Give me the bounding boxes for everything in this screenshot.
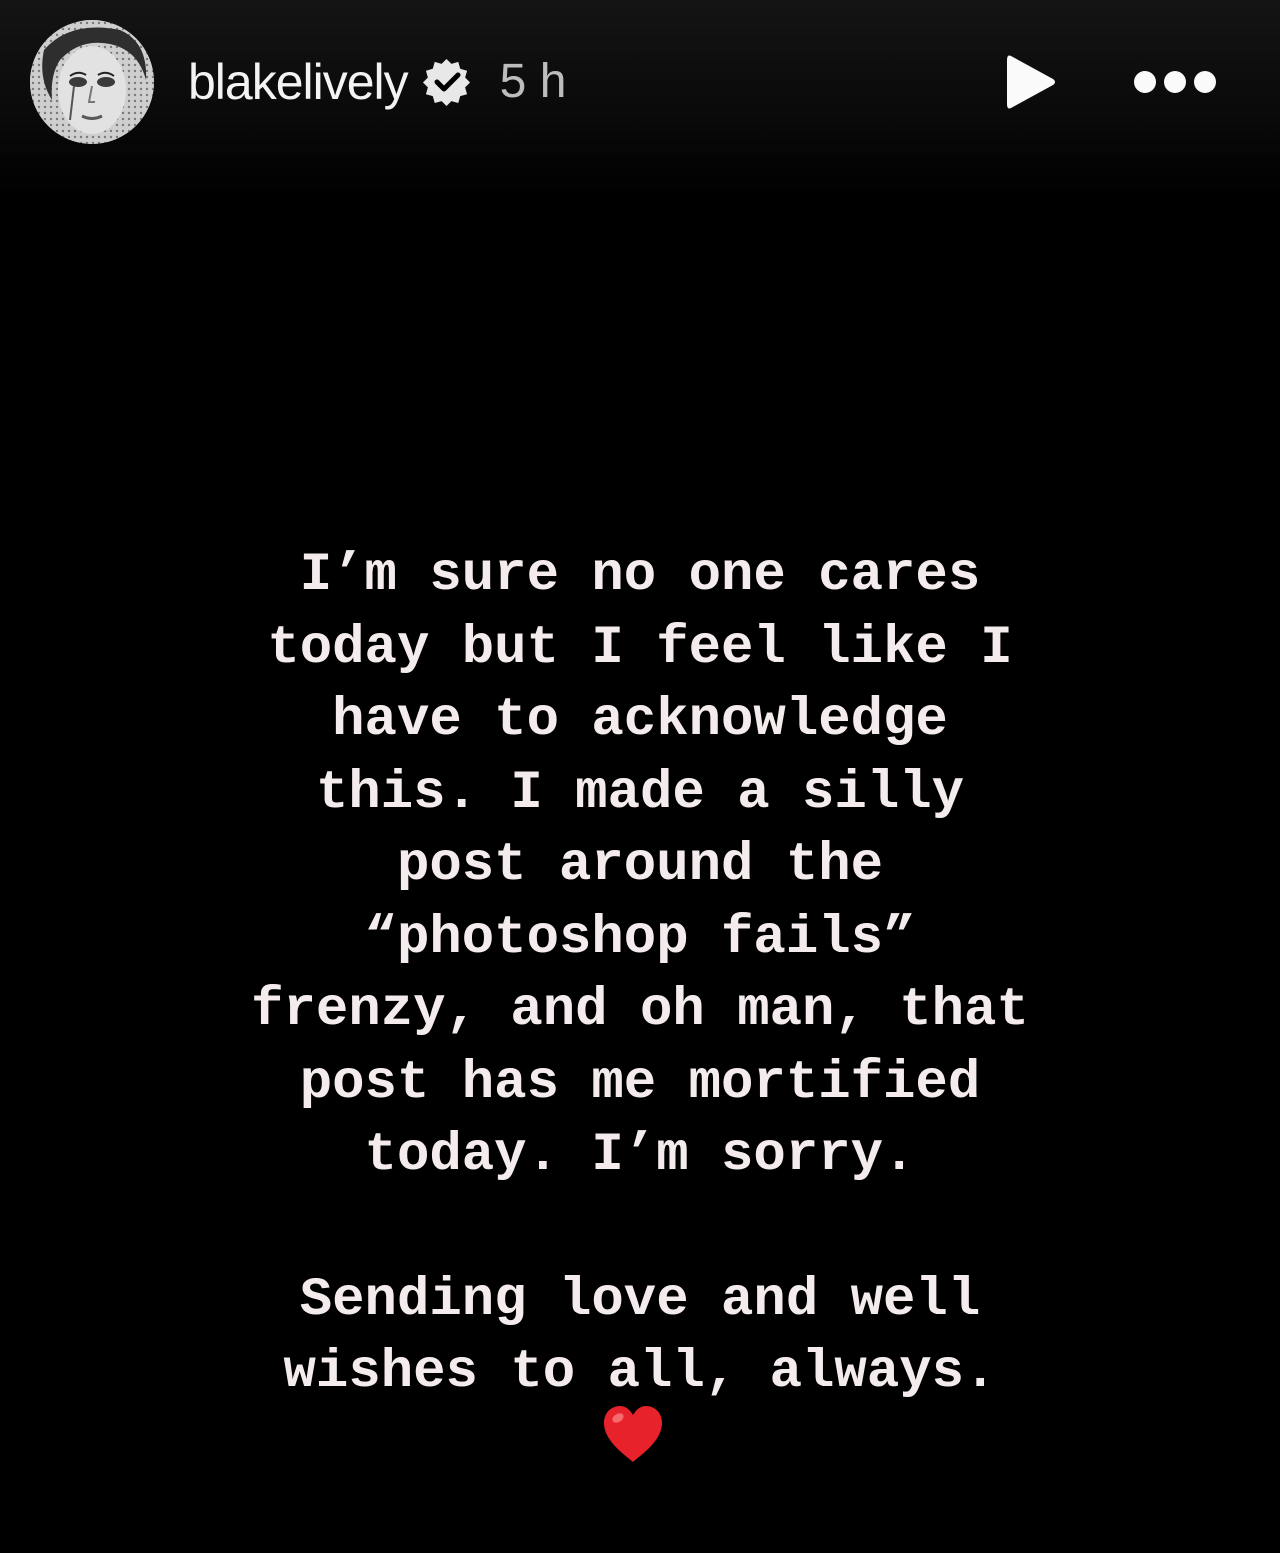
text-line: Sending love and well [299,1269,981,1331]
play-button[interactable] [1000,52,1060,112]
more-options-button[interactable] [1130,62,1220,102]
story-text: I’m sure no one cares today but I feel l… [0,540,1280,1410]
username[interactable]: blakelively [188,57,409,107]
text-line: today. I’m sorry. [364,1125,916,1186]
text-line: “photoshop fails” [364,907,916,969]
text-line: today but I feel like I [267,617,1013,679]
text-line: I’m sure no one cares [299,545,981,606]
post-time: 5 h [499,55,567,108]
text-line: post around the [396,835,884,896]
text-line: post has me mortified [299,1052,981,1114]
text-line: have to acknowledge [332,690,948,751]
story-view[interactable]: blakelively 5 h I’m sure no one cares to… [0,0,1280,1553]
more-dots-icon [1134,71,1216,93]
text-line: wishes to all, always. [283,1342,997,1403]
text-line: this. I made a silly [315,762,965,824]
red-heart-icon [604,1406,662,1462]
text-line: frenzy, and oh man, that [251,980,1029,1041]
avatar[interactable] [30,20,154,144]
play-icon [1007,55,1055,109]
story-header: blakelively 5 h [30,18,1220,146]
avatar-image [30,20,154,144]
verified-badge-icon [422,57,472,107]
